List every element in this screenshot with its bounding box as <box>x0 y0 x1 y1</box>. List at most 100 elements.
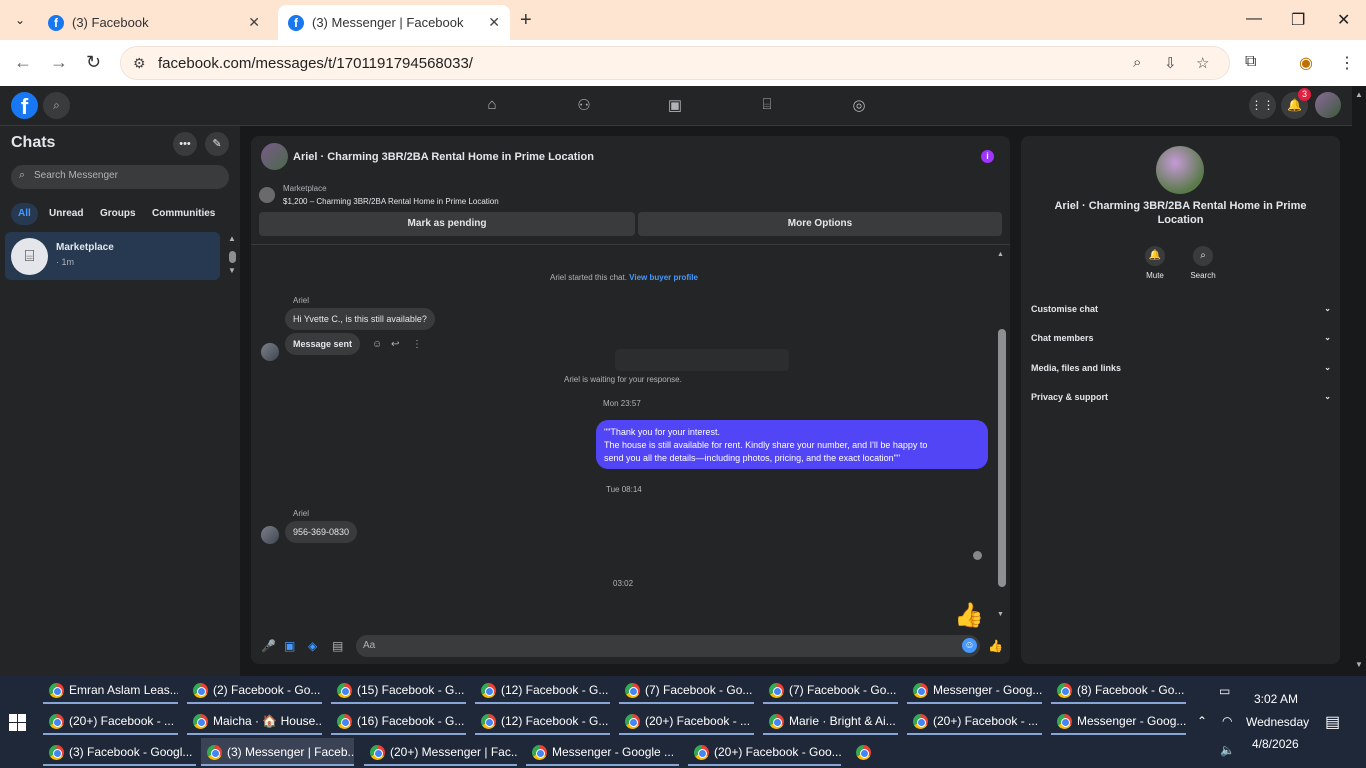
listing-title[interactable]: $1,200 – Charming 3BR/2BA Rental Home in… <box>283 197 499 206</box>
taskbar-window-item[interactable]: (7) Facebook - Go... <box>619 676 754 704</box>
close-tab-icon[interactable]: ✕ <box>248 14 260 31</box>
friends-icon[interactable]: ⚇ <box>574 96 594 116</box>
profile-icon[interactable]: ◉ <box>1299 53 1313 73</box>
browser-tab-facebook[interactable]: f (3) Facebook ✕ <box>38 5 270 40</box>
taskbar-window-item[interactable]: (15) Facebook - G... <box>331 676 466 704</box>
taskbar-window-item[interactable]: (20+) Facebook - ... <box>619 707 754 735</box>
omnibox[interactable]: ⚙ facebook.com/messages/t/17011917945680… <box>120 46 1230 80</box>
tab-search-chevron-icon[interactable]: ⌄ <box>8 8 32 32</box>
conversation-avatar[interactable] <box>261 143 288 170</box>
install-app-icon[interactable]: ⇩ <box>1164 54 1177 72</box>
windows-start-icon[interactable] <box>9 714 26 731</box>
scrollbar-thumb[interactable] <box>998 329 1006 587</box>
close-window-icon[interactable]: ✕ <box>1337 10 1350 30</box>
chat-members-row[interactable]: Chat members ⌄ <box>1031 333 1331 343</box>
site-info-icon[interactable]: ⚙ <box>133 55 146 72</box>
taskbar-window-item[interactable]: (7) Facebook - Go... <box>763 676 898 704</box>
facebook-logo-icon[interactable]: f <box>11 92 38 119</box>
filter-all[interactable]: All <box>11 203 38 225</box>
video-icon[interactable]: ▣ <box>665 96 685 116</box>
browser-tab-messenger[interactable]: f (3) Messenger | Facebook ✕ <box>278 5 510 40</box>
groups-icon[interactable]: ◎ <box>849 96 869 116</box>
minimize-icon[interactable]: — <box>1246 10 1262 28</box>
customise-chat-row[interactable]: Customise chat ⌄ <box>1031 304 1331 314</box>
wifi-icon[interactable]: ◠ <box>1222 714 1232 728</box>
more-options-button[interactable]: More Options <box>638 212 1002 236</box>
scroll-up-icon[interactable]: ▲ <box>1355 90 1363 99</box>
incoming-message[interactable]: Message sent <box>285 333 361 355</box>
taskbar-window-item[interactable]: Marie · Bright & Ai... <box>763 707 898 735</box>
mark-as-pending-button[interactable]: Mark as pending <box>259 212 635 236</box>
filter-groups[interactable]: Groups <box>100 203 136 225</box>
sender-avatar[interactable] <box>261 526 279 544</box>
reply-icon[interactable]: ↩ <box>391 339 399 350</box>
close-tab-icon[interactable]: ✕ <box>488 14 500 31</box>
chrome-menu-icon[interactable]: ⋮ <box>1339 53 1355 73</box>
notification-center-icon[interactable]: ▤ <box>1325 712 1340 732</box>
zoom-icon[interactable]: ⌕ <box>1133 54 1141 71</box>
view-buyer-profile-link[interactable]: View buyer profile <box>629 273 698 282</box>
taskbar-window-item[interactable]: (3) Facebook - Googl... <box>43 738 196 766</box>
gif-icon[interactable]: ▤ <box>332 639 343 653</box>
scroll-down-icon[interactable]: ▼ <box>228 266 236 275</box>
photo-icon[interactable]: ▣ <box>284 639 295 653</box>
taskbar-window-item[interactable]: (20+) Facebook - ... <box>907 707 1042 735</box>
more-actions-icon[interactable]: ⋮ <box>412 339 422 350</box>
message-input[interactable]: Aa ☺ <box>356 635 980 657</box>
taskbar-window-item[interactable]: (20+) Messenger | Fac... <box>364 738 517 766</box>
volume-icon[interactable]: 🔈 <box>1220 743 1235 757</box>
search-icon[interactable]: ⌕ <box>1193 246 1213 266</box>
info-icon[interactable]: i <box>981 150 994 163</box>
mute-bell-icon[interactable]: 🔔 <box>1145 246 1165 266</box>
taskbar-window-item[interactable]: (3) Messenger | Faceb... <box>201 738 354 766</box>
home-icon[interactable]: ⌂ <box>482 96 502 116</box>
scroll-up-icon[interactable]: ▲ <box>997 251 1004 258</box>
reload-icon[interactable]: ↻ <box>86 52 101 73</box>
taskbar-app-icon[interactable] <box>850 738 876 766</box>
new-tab-icon[interactable]: + <box>520 9 532 32</box>
new-message-icon[interactable]: ✎ <box>205 132 229 156</box>
taskbar-window-item[interactable]: Messenger - Google ... <box>526 738 679 766</box>
taskbar-window-item[interactable]: (20+) Facebook - Goo... <box>688 738 841 766</box>
taskbar-window-item[interactable]: (12) Facebook - G... <box>475 707 610 735</box>
scroll-down-icon[interactable]: ▼ <box>1355 660 1363 669</box>
taskbar-window-item[interactable]: Messenger - Goog... <box>907 676 1042 704</box>
taskbar-window-item[interactable]: (8) Facebook - Go... <box>1051 676 1186 704</box>
search-icon[interactable]: ⌕ <box>43 92 70 119</box>
marketplace-icon[interactable]: ⌸ <box>757 96 777 116</box>
battery-icon[interactable]: ▭ <box>1219 684 1230 698</box>
clock-time[interactable]: 3:02 AM <box>1254 692 1298 706</box>
back-icon[interactable]: ← <box>14 52 32 73</box>
clock-day[interactable]: Wednesday <box>1246 715 1309 729</box>
privacy-support-row[interactable]: Privacy & support ⌄ <box>1031 392 1331 402</box>
incoming-message[interactable]: Hi Yvette C., is this still available? <box>285 308 435 330</box>
like-button-icon[interactable]: 👍 <box>988 639 1003 653</box>
sticker-icon[interactable]: ◈ <box>308 639 317 653</box>
account-avatar[interactable] <box>1315 92 1341 118</box>
emoji-icon[interactable]: ☺ <box>962 638 977 653</box>
page-scrollbar[interactable]: ▲ ▼ <box>1352 86 1366 676</box>
sender-avatar[interactable] <box>261 343 279 361</box>
microphone-icon[interactable]: 🎤 <box>261 639 276 653</box>
chat-options-icon[interactable]: ••• <box>173 132 197 156</box>
taskbar-window-item[interactable]: (20+) Facebook - ... <box>43 707 178 735</box>
forward-icon[interactable]: → <box>50 52 68 73</box>
filter-unread[interactable]: Unread <box>49 203 83 225</box>
show-hidden-icons-chevron-icon[interactable]: ⌃ <box>1197 714 1207 728</box>
taskbar-window-item[interactable]: (12) Facebook - G... <box>475 676 610 704</box>
url-text[interactable]: facebook.com/messages/t/1701191794568033… <box>158 55 473 72</box>
conversation-title[interactable]: Ariel · Charming 3BR/2BA Rental Home in … <box>293 151 594 163</box>
react-icon[interactable]: ☺ <box>372 339 382 350</box>
taskbar-window-item[interactable]: Emran Aslam Leas... <box>43 676 178 704</box>
taskbar-window-item[interactable]: Maicha · 🏠 House... <box>187 707 322 735</box>
taskbar-window-item[interactable]: (2) Facebook - Go... <box>187 676 322 704</box>
incoming-message[interactable]: 956-369-0830 <box>285 521 358 543</box>
restore-icon[interactable]: ❐ <box>1291 10 1305 30</box>
outgoing-message[interactable]: ""Thank you for your interest. The house… <box>596 420 988 469</box>
filter-communities[interactable]: Communities <box>152 203 215 225</box>
clock-date[interactable]: 4/8/2026 <box>1252 737 1299 751</box>
bookmark-star-icon[interactable]: ☆ <box>1196 54 1209 72</box>
messenger-search-input[interactable]: ⌕ Search Messenger <box>11 165 229 189</box>
chat-list-item[interactable]: ⌸ Marketplace · 1m <box>5 232 220 280</box>
scroll-up-icon[interactable]: ▲ <box>228 234 236 243</box>
